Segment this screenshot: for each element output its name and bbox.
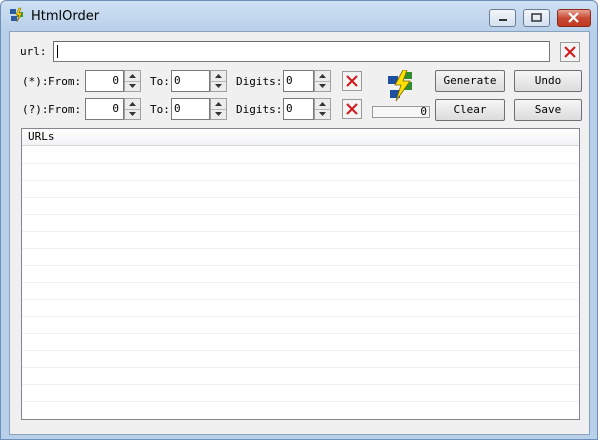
spin-down-button[interactable] — [125, 81, 140, 91]
list-row-line — [22, 299, 579, 300]
row2-digits-label: Digits: — [236, 103, 283, 116]
arrow-down-icon — [215, 84, 222, 88]
undo-button[interactable]: Undo — [514, 70, 582, 92]
spin-down-button[interactable] — [125, 109, 140, 119]
save-button[interactable]: Save — [514, 99, 582, 121]
spin-down-button[interactable] — [211, 109, 226, 119]
spin-down-button[interactable] — [315, 109, 330, 119]
arrow-down-icon — [319, 112, 326, 116]
row2-from-input[interactable]: 0 — [85, 98, 124, 120]
maximize-button[interactable] — [523, 9, 550, 27]
title-bar[interactable]: HtmlOrder — [1, 1, 597, 31]
row2-label: (?): — [22, 103, 49, 116]
row2-clear-button[interactable] — [342, 99, 362, 119]
row2-to-spinner[interactable] — [210, 98, 227, 120]
row1-to-input[interactable]: 0 — [171, 70, 210, 92]
url-label: url: — [20, 45, 47, 58]
list-row-line — [22, 401, 579, 402]
arrow-up-icon — [319, 102, 326, 106]
urls-column-header[interactable]: URLs — [22, 129, 579, 146]
list-row-line — [22, 180, 579, 181]
row1-digits-spinner[interactable] — [314, 70, 331, 92]
list-row-line — [22, 248, 579, 249]
list-row-line — [22, 282, 579, 283]
arrow-up-icon — [215, 102, 222, 106]
close-icon — [346, 103, 358, 115]
row1-to-label: To: — [150, 75, 170, 88]
arrow-up-icon — [319, 74, 326, 78]
app-icon — [9, 7, 25, 23]
clear-button[interactable]: Clear — [435, 99, 505, 121]
list-row-line — [22, 265, 579, 266]
client-area: url: (*): From: 0 To: 0 Digits: 0 (?): F… — [9, 31, 590, 435]
row2-from-label: From: — [48, 103, 82, 116]
list-row-line — [22, 316, 579, 317]
row1-from-spinner[interactable] — [124, 70, 141, 92]
row2-digits-spinner[interactable] — [314, 98, 331, 120]
list-row-line — [22, 197, 579, 198]
row1-from-label: From: — [48, 75, 82, 88]
list-row-line — [22, 367, 579, 368]
row2-to-label: To: — [150, 103, 170, 116]
arrow-down-icon — [319, 84, 326, 88]
row1-to-spinner[interactable] — [210, 70, 227, 92]
close-icon — [564, 46, 576, 58]
lightning-logo-icon — [386, 69, 416, 102]
list-row-line — [22, 163, 579, 164]
list-row-line — [22, 350, 579, 351]
urls-listview[interactable]: URLs — [21, 128, 580, 420]
spin-down-button[interactable] — [211, 81, 226, 91]
text-caret — [57, 45, 58, 58]
row1-from-input[interactable]: 0 — [85, 70, 124, 92]
row1-clear-button[interactable] — [342, 71, 362, 91]
row1-label: (*): — [22, 75, 49, 88]
arrow-down-icon — [129, 112, 136, 116]
app-window: HtmlOrder url: (*): From: 0 To: 0 Digits… — [0, 0, 598, 440]
arrow-down-icon — [215, 112, 222, 116]
minimize-button[interactable] — [489, 9, 516, 27]
window-title: HtmlOrder — [31, 9, 100, 24]
row1-digits-label: Digits: — [236, 75, 283, 88]
row2-to-input[interactable]: 0 — [171, 98, 210, 120]
arrow-up-icon — [215, 74, 222, 78]
url-input[interactable] — [53, 41, 550, 62]
list-row-line — [22, 214, 579, 215]
row2-digits-input[interactable]: 0 — [283, 98, 314, 120]
row1-digits-input[interactable]: 0 — [283, 70, 314, 92]
generate-button[interactable]: Generate — [435, 70, 505, 92]
arrow-up-icon — [129, 102, 136, 106]
close-button[interactable] — [557, 9, 591, 27]
spin-down-button[interactable] — [315, 81, 330, 91]
row2-from-spinner[interactable] — [124, 98, 141, 120]
list-row-line — [22, 231, 579, 232]
close-icon — [346, 75, 358, 87]
clear-url-button[interactable] — [560, 42, 580, 62]
list-row-line — [22, 384, 579, 385]
list-row-line — [22, 333, 579, 334]
arrow-up-icon — [129, 74, 136, 78]
arrow-down-icon — [129, 84, 136, 88]
progress-counter: 0 — [372, 105, 430, 118]
